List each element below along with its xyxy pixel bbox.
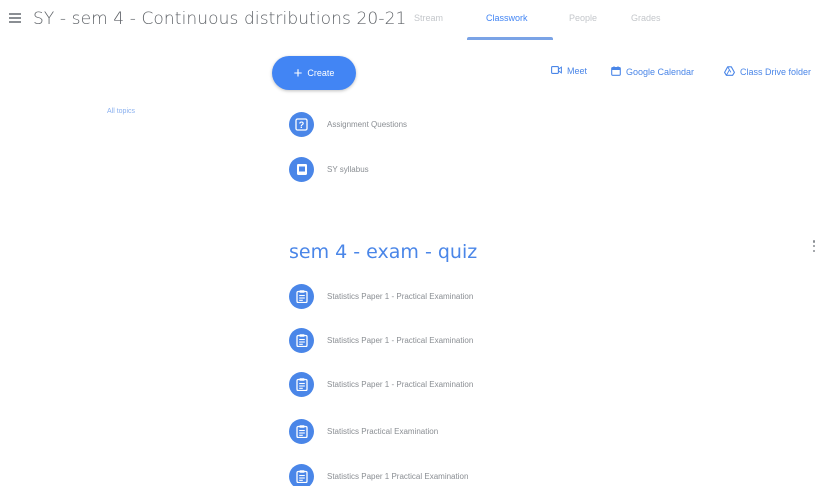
material-icon (289, 157, 314, 182)
create-label: Create (307, 68, 335, 78)
active-tab-indicator (467, 37, 553, 40)
question-icon: ? (289, 112, 314, 137)
quiz-assignment-label: Statistics Practical Examination (327, 427, 439, 436)
quiz-assignment-item[interactable]: Statistics Paper 1 Practical Examination (289, 464, 468, 486)
material-label: SY syllabus (327, 165, 369, 174)
tab-people[interactable]: People (569, 13, 597, 23)
tab-stream[interactable]: Stream (414, 13, 443, 23)
video-icon (551, 66, 562, 76)
material-sy-syllabus[interactable]: SY syllabus (289, 157, 369, 182)
topic-more-options-icon[interactable] (810, 238, 818, 254)
quiz-assignment-label: Statistics Paper 1 - Practical Examinati… (327, 336, 474, 345)
calendar-icon (611, 66, 621, 78)
topic-title: sem 4 - exam - quiz (289, 241, 478, 263)
class-drive-folder-label: Class Drive folder (740, 67, 812, 77)
quiz-assignment-icon (289, 419, 314, 444)
meet-link[interactable]: Meet (551, 66, 587, 76)
material-assignment-questions[interactable]: ? Assignment Questions (289, 112, 407, 137)
quiz-assignment-icon (289, 284, 314, 309)
drive-icon (724, 66, 735, 78)
quiz-assignment-label: Statistics Paper 1 - Practical Examinati… (327, 292, 474, 301)
meet-label: Meet (567, 66, 588, 76)
quiz-assignment-item[interactable]: Statistics Practical Examination (289, 419, 438, 444)
class-drive-folder-link[interactable]: Class Drive folder (724, 66, 811, 78)
quiz-assignment-icon (289, 464, 314, 486)
google-calendar-link[interactable]: Google Calendar (611, 66, 694, 78)
plus-icon: + (293, 64, 303, 82)
quiz-assignment-icon (289, 372, 314, 397)
quiz-assignment-label: Statistics Paper 1 - Practical Examinati… (327, 380, 474, 389)
tab-grades[interactable]: Grades (631, 13, 661, 23)
all-topics-link[interactable]: All topics (107, 108, 135, 115)
tab-classwork[interactable]: Classwork (486, 13, 528, 23)
google-calendar-label: Google Calendar (626, 67, 695, 77)
top-bar: SY - sem 4 - Continuous distributions 20… (0, 0, 827, 40)
quiz-assignment-label: Statistics Paper 1 Practical Examination (327, 472, 469, 481)
quiz-assignment-item[interactable]: Statistics Paper 1 - Practical Examinati… (289, 372, 473, 397)
material-label: Assignment Questions (327, 120, 408, 129)
menu-icon[interactable] (9, 13, 21, 23)
quiz-assignment-item[interactable]: Statistics Paper 1 - Practical Examinati… (289, 284, 473, 309)
svg-text:?: ? (299, 120, 305, 130)
create-button[interactable]: + Create (272, 56, 356, 90)
quiz-assignment-item[interactable]: Statistics Paper 1 - Practical Examinati… (289, 328, 473, 353)
quiz-assignment-icon (289, 328, 314, 353)
class-title: SY - sem 4 - Continuous distributions 20… (33, 9, 407, 29)
